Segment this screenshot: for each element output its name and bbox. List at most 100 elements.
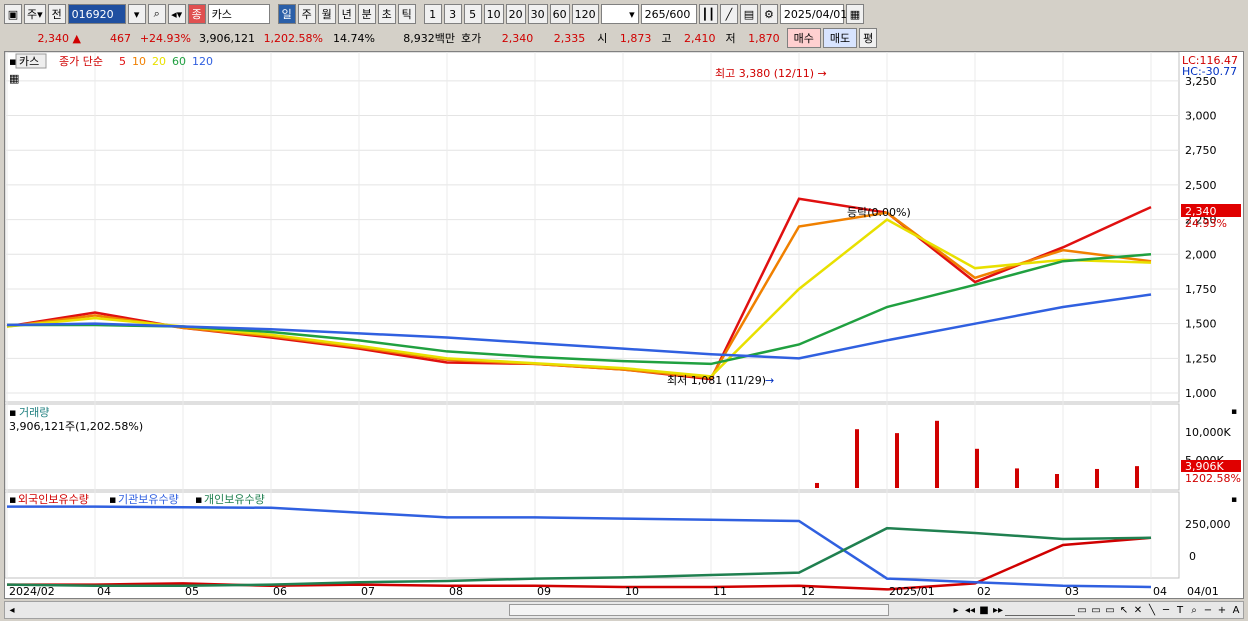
text-icon[interactable]: T	[1173, 603, 1187, 617]
x-tick-label: 02	[977, 585, 991, 598]
code-dropdown-icon[interactable]: ▾	[127, 4, 146, 24]
all-select[interactable]: 전	[47, 4, 66, 24]
stock-name-field[interactable]: 카스	[207, 4, 270, 24]
period-day[interactable]: 일	[277, 4, 296, 24]
stock-code-input[interactable]: 016920	[67, 4, 126, 24]
volume-ratio: 1,202.58%	[263, 31, 323, 45]
period-year[interactable]: 년	[337, 4, 356, 24]
hline-icon[interactable]: ─	[1159, 603, 1173, 617]
hold-tick-0: 0	[1189, 550, 1196, 563]
x-tick-label: 2025/01	[889, 585, 935, 598]
price-y-axis: 3,2503,0002,7502,5002,2502,0001,7501,500…	[1185, 75, 1217, 400]
legend-sep-1: ▪	[109, 493, 116, 506]
scroll-track[interactable]	[19, 604, 949, 616]
rewind-icon[interactable]: ◂◂	[963, 603, 977, 617]
high-note: 최고 3,380 (12/11) →	[715, 67, 827, 80]
volume-panel	[4, 403, 1180, 491]
date-input[interactable]: 2025/04/01	[779, 4, 847, 24]
cross-icon[interactable]: ✕	[1131, 603, 1145, 617]
play-icon[interactable]: ▸	[949, 603, 963, 617]
buy-button[interactable]: 매수	[786, 28, 821, 48]
interval-10[interactable]: 10	[483, 4, 504, 24]
speaker-icon[interactable]: ◂▾	[167, 4, 186, 24]
open-label: 시	[597, 32, 608, 45]
volume-bar	[815, 482, 819, 488]
gear-icon[interactable]: ⚙	[759, 4, 778, 24]
last-pct: 24.93%	[1185, 217, 1227, 230]
candle-icon[interactable]: ┃┃	[698, 4, 718, 24]
interval-60[interactable]: 60	[549, 4, 570, 24]
count-input[interactable]: 265/600	[640, 4, 697, 24]
period-second[interactable]: 초	[377, 4, 396, 24]
x-tick-label: 04/01	[1187, 585, 1219, 598]
search-icon[interactable]: ⌕	[147, 4, 166, 24]
period-week[interactable]: 주	[297, 4, 316, 24]
grid-toggle-icon[interactable]: ▦	[9, 72, 19, 85]
calendar-icon[interactable]: ▦	[845, 4, 864, 24]
volume-value-text: 3,906,121주(1,202.58%)	[9, 420, 143, 433]
price-tick-label: 1,250	[1185, 352, 1217, 365]
interval-custom-input[interactable]: ▾	[600, 4, 639, 24]
interval-120[interactable]: 120	[571, 4, 599, 24]
scroll-bar[interactable]: ◂ ▸ ◂◂ ■ ▸▸ ▭ ▭ ▭ ↖ ✕ ╲ ─ T ⌕ − + A	[4, 601, 1244, 619]
draw-icon[interactable]: ╱	[719, 4, 738, 24]
sell-button[interactable]: 매도	[822, 28, 858, 48]
stop-icon[interactable]: ■	[977, 603, 991, 617]
x-tick-label: 07	[361, 585, 375, 598]
scroll-thumb[interactable]	[509, 604, 889, 616]
volume-panel-close-icon[interactable]: ▪	[1231, 407, 1237, 417]
interval-1[interactable]: 1	[423, 4, 442, 24]
market-label: 주	[27, 8, 38, 21]
layout3-icon[interactable]: ▭	[1103, 603, 1117, 617]
zoom-out-icon[interactable]: −	[1201, 603, 1215, 617]
hc-value: HC:-30.77	[1182, 65, 1237, 78]
count-value: 265	[644, 7, 666, 21]
zoom-slider[interactable]	[1005, 604, 1075, 616]
mid-note: 등락(0.00%)	[847, 206, 911, 219]
volume-legend-icon: ▪	[9, 406, 16, 419]
save-icon[interactable]: ▤	[739, 4, 758, 24]
market-select[interactable]: 주 ▾	[24, 4, 46, 24]
period-minute[interactable]: 분	[357, 4, 376, 24]
volume-bar	[1095, 468, 1099, 488]
price-tick-label: 1,000	[1185, 387, 1217, 400]
price-tick-label: 2,000	[1185, 248, 1217, 261]
zoom-icon[interactable]: ⌕	[1187, 603, 1201, 617]
trade-amount: 8,932백만	[403, 32, 455, 45]
high-label: 고	[661, 32, 672, 45]
x-tick-label: 05	[185, 585, 199, 598]
cursor-icon[interactable]: ↖	[1117, 603, 1131, 617]
line-icon[interactable]: ╲	[1145, 603, 1159, 617]
chart-area[interactable]: 3,250 3,000 2,750 2,500 2,250 2,000 1,750 1,500…	[4, 51, 1244, 599]
price-tick-label: 1,500	[1185, 318, 1217, 331]
volume-bar	[855, 429, 859, 488]
volume-bar	[935, 420, 939, 488]
period-month[interactable]: 월	[317, 4, 336, 24]
forward-icon[interactable]: ▸▸	[991, 603, 1005, 617]
chart-svg[interactable]: 3,2503,0002,7502,5002,2502,0001,7501,500…	[4, 51, 1243, 598]
layout2-icon[interactable]: ▭	[1089, 603, 1103, 617]
interval-20[interactable]: 20	[505, 4, 526, 24]
zoom-in-icon[interactable]: +	[1215, 603, 1229, 617]
chart-layout-icon[interactable]: ▣	[4, 4, 22, 24]
x-tick-label: 04	[1153, 585, 1167, 598]
layout1-icon[interactable]: ▭	[1075, 603, 1089, 617]
scroll-left-icon[interactable]: ◂	[5, 603, 19, 617]
font-icon[interactable]: A	[1229, 603, 1243, 617]
low-label: 저	[725, 32, 736, 45]
average-button[interactable]: 평	[859, 28, 878, 48]
holding-panel-close-icon[interactable]: ▪	[1231, 495, 1237, 505]
low-arrow-icon: →	[765, 374, 774, 387]
ma-label: 종가 단순	[59, 55, 103, 68]
volume-bar	[1055, 474, 1059, 488]
volume-bar	[1135, 466, 1139, 488]
price-change: 467	[110, 31, 131, 45]
price-panel	[4, 51, 1180, 403]
panel-stock-name: 카스	[19, 55, 39, 68]
interval-30[interactable]: 30	[527, 4, 548, 24]
top-toolbar: ▣ 주 ▾ 전 016920 ▾ ⌕ ◂▾ 종 카스 일 주 월 년 분 초 틱 …	[0, 3, 1248, 25]
interval-3[interactable]: 3	[443, 4, 462, 24]
period-tick[interactable]: 틱	[397, 4, 416, 24]
interval-5[interactable]: 5	[463, 4, 482, 24]
price-tick-label: 3,000	[1185, 110, 1217, 123]
